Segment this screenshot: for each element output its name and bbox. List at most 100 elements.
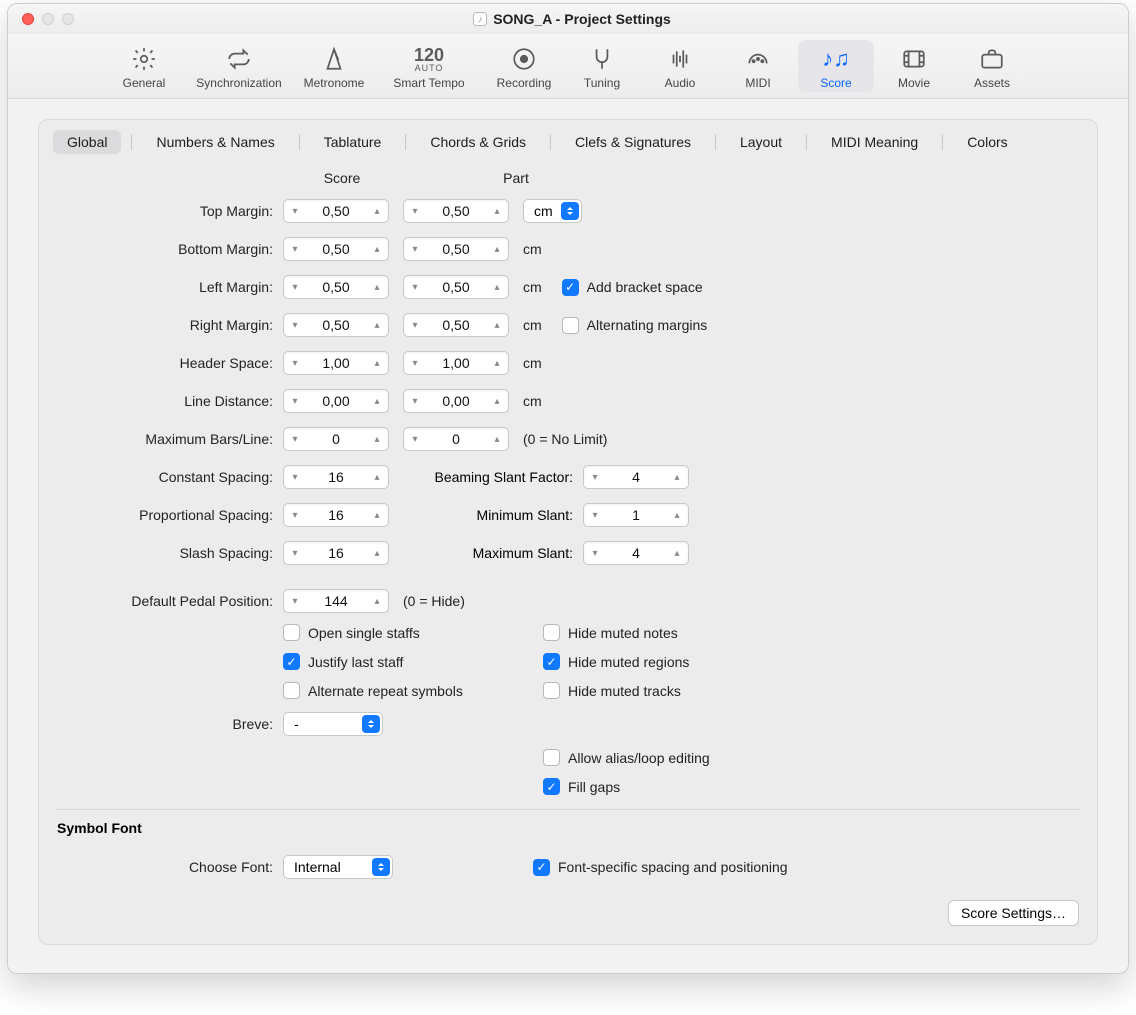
default-pedal-stepper[interactable]: ▾144▴ (283, 589, 389, 613)
tab-synchronization[interactable]: Synchronization (184, 40, 294, 92)
bottom-margin-part-stepper[interactable]: ▾0,50▴ (403, 237, 509, 261)
score-settings-button[interactable]: Score Settings… (948, 900, 1079, 926)
unit-cm: cm (523, 241, 542, 257)
subtab-chords-grids[interactable]: Chords & Grids (416, 130, 540, 154)
label-constant-spacing: Constant Spacing: (39, 469, 283, 485)
label-line-distance: Line Distance: (39, 393, 283, 409)
briefcase-icon (956, 44, 1028, 74)
hint-hide: (0 = Hide) (403, 593, 465, 609)
alternate-repeat-checkbox[interactable]: Alternate repeat symbols (283, 682, 543, 699)
window-title: ♪ SONG_A - Project Settings (86, 11, 1058, 27)
close-button[interactable] (22, 13, 34, 25)
tab-recording[interactable]: Recording (486, 40, 562, 92)
select-arrows-icon (362, 715, 380, 733)
score-icon: ♪♫ (800, 44, 872, 74)
select-arrows-icon (372, 858, 390, 876)
hide-muted-regions-checkbox[interactable]: ✓Hide muted regions (543, 653, 689, 670)
score-subtabs: Global Numbers & Names Tablature Chords … (39, 120, 1097, 160)
label-max-bars: Maximum Bars/Line: (39, 431, 283, 447)
subtab-numbers-names[interactable]: Numbers & Names (142, 130, 288, 154)
right-margin-part-stepper[interactable]: ▾0,50▴ (403, 313, 509, 337)
left-margin-score-stepper[interactable]: ▾0,50▴ (283, 275, 389, 299)
chevron-up-icon[interactable]: ▴ (366, 206, 388, 217)
slash-spacing-stepper[interactable]: ▾16▴ (283, 541, 389, 565)
global-form: Score Part Top Margin: ▾0,50▴ ▾0,50▴ cm … (39, 160, 1097, 926)
top-margin-part-stepper[interactable]: ▾0,50▴ (403, 199, 509, 223)
allow-alias-checkbox[interactable]: Allow alias/loop editing (543, 749, 710, 766)
subtab-clefs-signatures[interactable]: Clefs & Signatures (561, 130, 705, 154)
tab-metronome[interactable]: Metronome (296, 40, 372, 92)
tab-audio[interactable]: Audio (642, 40, 718, 92)
label-min-slant: Minimum Slant: (403, 507, 583, 523)
label-beaming: Beaming Slant Factor: (403, 469, 583, 485)
chevron-down-icon[interactable]: ▾ (284, 206, 306, 217)
checkbox-icon: ✓ (562, 279, 579, 296)
bottom-margin-score-stepper[interactable]: ▾0,50▴ (283, 237, 389, 261)
tab-movie[interactable]: Movie (876, 40, 952, 92)
top-margin-score-stepper[interactable]: ▾0,50▴ (283, 199, 389, 223)
subtab-layout[interactable]: Layout (726, 130, 796, 154)
minimize-button[interactable] (42, 13, 54, 25)
sync-icon (186, 44, 292, 74)
gear-icon (108, 44, 180, 74)
score-pane: Global Numbers & Names Tablature Chords … (38, 119, 1098, 945)
breve-select[interactable]: - (283, 712, 383, 736)
label-breve: Breve: (39, 716, 283, 732)
left-margin-part-stepper[interactable]: ▾0,50▴ (403, 275, 509, 299)
content-area: Global Numbers & Names Tablature Chords … (8, 99, 1128, 973)
movie-icon (878, 44, 950, 74)
beaming-stepper[interactable]: ▾4▴ (583, 465, 689, 489)
subtab-tablature[interactable]: Tablature (310, 130, 396, 154)
label-max-slant: Maximum Slant: (403, 545, 583, 561)
label-choose-font: Choose Font: (39, 859, 283, 875)
project-icon: ♪ (473, 12, 487, 26)
label-header-space: Header Space: (39, 355, 283, 371)
max-bars-score-stepper[interactable]: ▾0▴ (283, 427, 389, 451)
toolbar: General Synchronization Metronome 120 AU… (8, 34, 1128, 99)
justify-last-staff-checkbox[interactable]: ✓Justify last staff (283, 653, 543, 670)
label-bottom-margin: Bottom Margin: (39, 241, 283, 257)
project-settings-window: ♪ SONG_A - Project Settings General Sync… (7, 3, 1129, 974)
font-specific-checkbox[interactable]: ✓Font-specific spacing and positioning (533, 859, 788, 876)
fill-gaps-checkbox[interactable]: ✓Fill gaps (543, 778, 710, 795)
label-right-margin: Right Margin: (39, 317, 283, 333)
header-space-score-stepper[interactable]: ▾1,00▴ (283, 351, 389, 375)
constant-spacing-stepper[interactable]: ▾16▴ (283, 465, 389, 489)
smart-tempo-icon: 120 AUTO (376, 44, 482, 74)
traffic-lights (22, 13, 74, 25)
line-distance-score-stepper[interactable]: ▾0,00▴ (283, 389, 389, 413)
hide-muted-tracks-checkbox[interactable]: Hide muted tracks (543, 682, 689, 699)
hide-muted-notes-checkbox[interactable]: Hide muted notes (543, 624, 689, 641)
open-single-staffs-checkbox[interactable]: Open single staffs (283, 624, 543, 641)
tab-general[interactable]: General (106, 40, 182, 92)
select-arrows-icon (561, 202, 579, 220)
header-space-part-stepper[interactable]: ▾1,00▴ (403, 351, 509, 375)
record-icon (488, 44, 560, 74)
tab-score[interactable]: ♪♫ Score (798, 40, 874, 92)
choose-font-select[interactable]: Internal (283, 855, 393, 879)
tuning-fork-icon (566, 44, 638, 74)
symbol-font-heading: Symbol Font (39, 820, 1097, 836)
line-distance-part-stepper[interactable]: ▾0,00▴ (403, 389, 509, 413)
divider (57, 809, 1079, 810)
tab-midi[interactable]: MIDI (720, 40, 796, 92)
subtab-midi-meaning[interactable]: MIDI Meaning (817, 130, 932, 154)
max-slant-stepper[interactable]: ▾4▴ (583, 541, 689, 565)
titlebar: ♪ SONG_A - Project Settings (8, 4, 1128, 34)
add-bracket-checkbox[interactable]: ✓Add bracket space (562, 279, 703, 296)
proportional-spacing-stepper[interactable]: ▾16▴ (283, 503, 389, 527)
right-margin-score-stepper[interactable]: ▾0,50▴ (283, 313, 389, 337)
unit-select[interactable]: cm (523, 199, 582, 223)
max-bars-part-stepper[interactable]: ▾0▴ (403, 427, 509, 451)
metronome-icon (298, 44, 370, 74)
min-slant-stepper[interactable]: ▾1▴ (583, 503, 689, 527)
label-left-margin: Left Margin: (39, 279, 283, 295)
zoom-button[interactable] (62, 13, 74, 25)
alternating-margins-checkbox[interactable]: Alternating margins (562, 317, 708, 334)
tab-smart-tempo[interactable]: 120 AUTO Smart Tempo (374, 40, 484, 92)
tab-assets[interactable]: Assets (954, 40, 1030, 92)
label-proportional-spacing: Proportional Spacing: (39, 507, 283, 523)
subtab-global[interactable]: Global (53, 130, 121, 154)
subtab-colors[interactable]: Colors (953, 130, 1021, 154)
tab-tuning[interactable]: Tuning (564, 40, 640, 92)
